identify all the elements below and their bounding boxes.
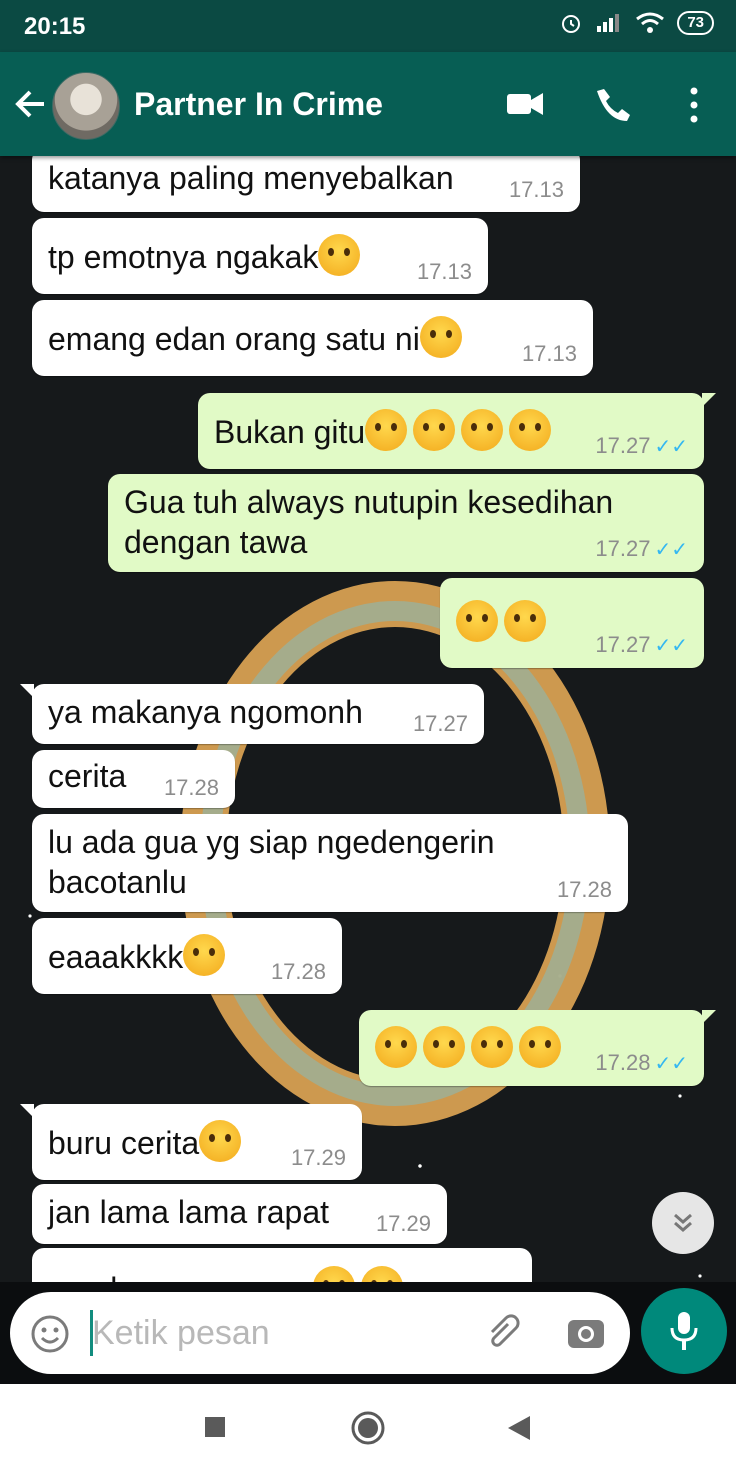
- pleading-emoji-icon: [471, 1026, 513, 1068]
- message-incoming[interactable]: emang edan orang satu ni 17.13: [32, 300, 593, 376]
- message-incoming[interactable]: eaaakkkk 17.28: [32, 918, 342, 994]
- chat-header: Partner In Crime: [0, 52, 736, 156]
- system-nav-bar: [0, 1384, 736, 1472]
- weary-emoji-icon: [461, 409, 504, 451]
- message-outgoing[interactable]: Bukan gitu 17.27 ✓✓: [198, 393, 716, 469]
- weary-emoji-icon: [509, 409, 552, 451]
- laughing-emoji-icon: [419, 316, 462, 358]
- message-incoming[interactable]: buru cerita 17.29: [20, 1104, 362, 1180]
- pleading-emoji-icon: [375, 1026, 417, 1068]
- woozy-emoji-icon: [318, 234, 361, 276]
- read-ticks-icon: ✓✓: [654, 1053, 688, 1075]
- message-incoming[interactable]: ya makanya ngomonh 17.27: [20, 684, 484, 744]
- recent-apps-icon[interactable]: [204, 1416, 226, 1438]
- scroll-down-button[interactable]: [652, 1192, 714, 1254]
- message-outgoing[interactable]: Gua tuh always nutupin kesedihan dengan t…: [108, 474, 704, 572]
- wifi-icon: [636, 12, 665, 33]
- read-ticks-icon: ✓✓: [654, 635, 688, 657]
- message-composer[interactable]: Ketik pesan: [10, 1292, 630, 1374]
- laughing-emoji-icon: [361, 1266, 404, 1282]
- message-incoming[interactable]: tp emotnya ngakak 17.13: [32, 218, 488, 294]
- laughing-emoji-icon: [313, 1266, 356, 1282]
- more-vert-icon[interactable]: [684, 86, 704, 124]
- message-incoming[interactable]: cerita 17.28: [32, 750, 235, 808]
- read-ticks-icon: ✓✓: [654, 539, 688, 561]
- home-icon[interactable]: [350, 1410, 386, 1446]
- back-nav-icon[interactable]: [506, 1414, 532, 1442]
- voice-record-button[interactable]: [641, 1288, 727, 1374]
- message-incoming[interactable]: katanya paling menyebalkan 17.13: [32, 156, 580, 212]
- message-incoming[interactable]: gue bosen nunggu: [32, 1248, 532, 1282]
- pleading-emoji-icon: [423, 1026, 465, 1068]
- crying-emoji-icon: [504, 600, 546, 642]
- chat-area[interactable]: katanya paling menyebalkan 17.13 tp emot…: [0, 156, 736, 1282]
- read-ticks-icon: ✓✓: [654, 436, 688, 458]
- status-icons: 73: [559, 11, 714, 35]
- phone-icon[interactable]: [596, 86, 634, 124]
- message-incoming[interactable]: lu ada gua yg siap ngedengerin bacotanlu …: [32, 814, 628, 912]
- message-incoming[interactable]: jan lama lama rapat 17.29: [32, 1184, 447, 1244]
- message-outgoing[interactable]: 17.28 ✓✓: [359, 1010, 716, 1086]
- camera-icon[interactable]: [566, 1314, 606, 1352]
- arrow-left-icon[interactable]: [12, 86, 48, 122]
- status-bar: 20:15 73: [0, 0, 736, 52]
- pleading-emoji-icon: [456, 600, 498, 642]
- laughing-emoji-icon: [183, 934, 226, 976]
- avatar[interactable]: [52, 72, 120, 140]
- message-outgoing[interactable]: 17.27 ✓✓: [440, 578, 704, 668]
- mic-icon: [670, 1312, 698, 1350]
- status-time: 20:15: [24, 13, 86, 40]
- woozy-emoji-icon: [199, 1120, 242, 1162]
- contact-name[interactable]: Partner In Crime: [134, 86, 383, 123]
- video-call-icon[interactable]: [505, 86, 545, 122]
- chevron-double-down-icon: [674, 1213, 692, 1232]
- alarm-icon: [562, 15, 581, 33]
- pleading-emoji-icon: [519, 1026, 561, 1068]
- battery-indicator: 73: [677, 11, 714, 35]
- attach-icon[interactable]: [484, 1312, 524, 1354]
- emoji-icon[interactable]: [30, 1314, 70, 1354]
- signal-icon: [597, 14, 620, 32]
- message-input[interactable]: Ketik pesan: [92, 1314, 270, 1353]
- weary-emoji-icon: [413, 409, 456, 451]
- weary-emoji-icon: [365, 409, 408, 451]
